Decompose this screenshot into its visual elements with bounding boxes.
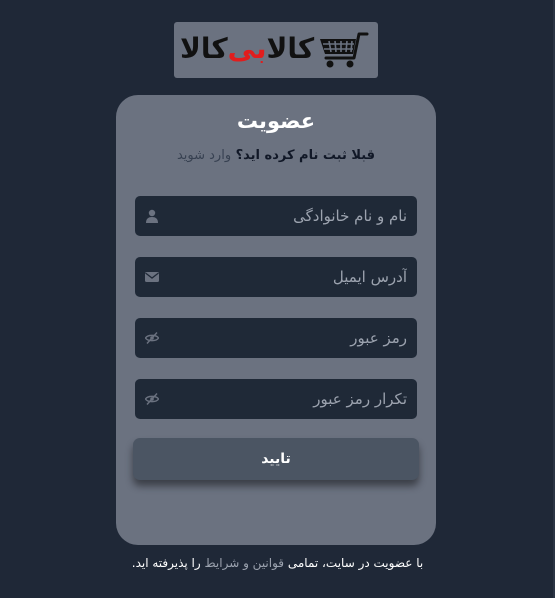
site-logo[interactable]: کالا بی کالا [174,22,378,78]
signup-title: عضویت [236,109,316,133]
eye-slash-icon[interactable] [145,392,159,406]
logo-text-suffix: کالا [180,32,228,65]
submit-button[interactable]: تایید [133,438,419,480]
login-link[interactable]: وارد شوید [177,148,231,163]
shopping-cart-icon [320,32,369,68]
password-input[interactable] [135,318,417,358]
user-icon [146,209,158,223]
confirm-password-input[interactable] [135,379,417,419]
fullname-input[interactable] [135,196,417,236]
fullname-field [135,196,417,236]
terms-link[interactable]: قوانین و شرایط [205,556,285,570]
logo-wordmark: کالا بی کالا [180,26,314,72]
email-field [135,257,417,297]
terms-note: با عضویت در سایت، تمامی قوانین و شرایط ر… [100,556,455,570]
eye-slash-icon[interactable] [145,331,159,345]
envelope-icon [145,272,159,282]
login-prompt: قبلا ثبت نام کرده اید؟ وارد شوید [116,148,436,163]
logo-text-prefix: کالا [266,32,315,65]
password-field [135,318,417,358]
confirm-password-field [135,379,417,419]
email-input[interactable] [135,257,417,297]
already-registered-text: قبلا ثبت نام کرده اید؟ [235,148,376,163]
terms-text-before: با عضویت در سایت، تمامی [287,556,424,570]
logo-text-accent: بی [227,32,267,65]
signup-card: عضویت قبلا ثبت نام کرده اید؟ وارد شوید ن… [116,95,436,545]
terms-text-after: را پذیرفته اید. [131,556,201,570]
